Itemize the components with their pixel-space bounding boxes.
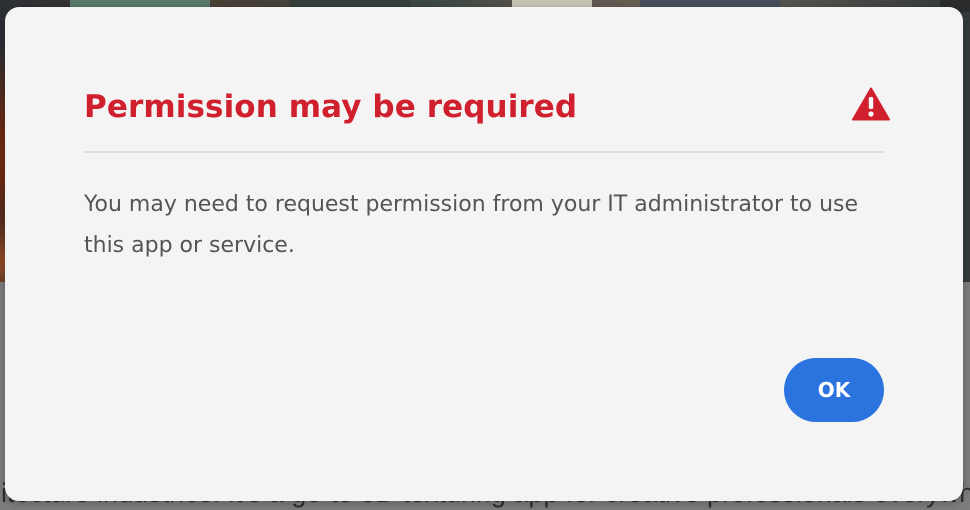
ok-button[interactable]: OK bbox=[784, 358, 884, 422]
dialog-header: Permission may be required bbox=[84, 85, 890, 153]
permission-dialog: Permission may be required You may need … bbox=[5, 7, 963, 501]
warning-icon bbox=[852, 87, 890, 121]
dialog-title: Permission may be required bbox=[84, 89, 578, 125]
dialog-message: You may need to request permission from … bbox=[84, 192, 859, 258]
